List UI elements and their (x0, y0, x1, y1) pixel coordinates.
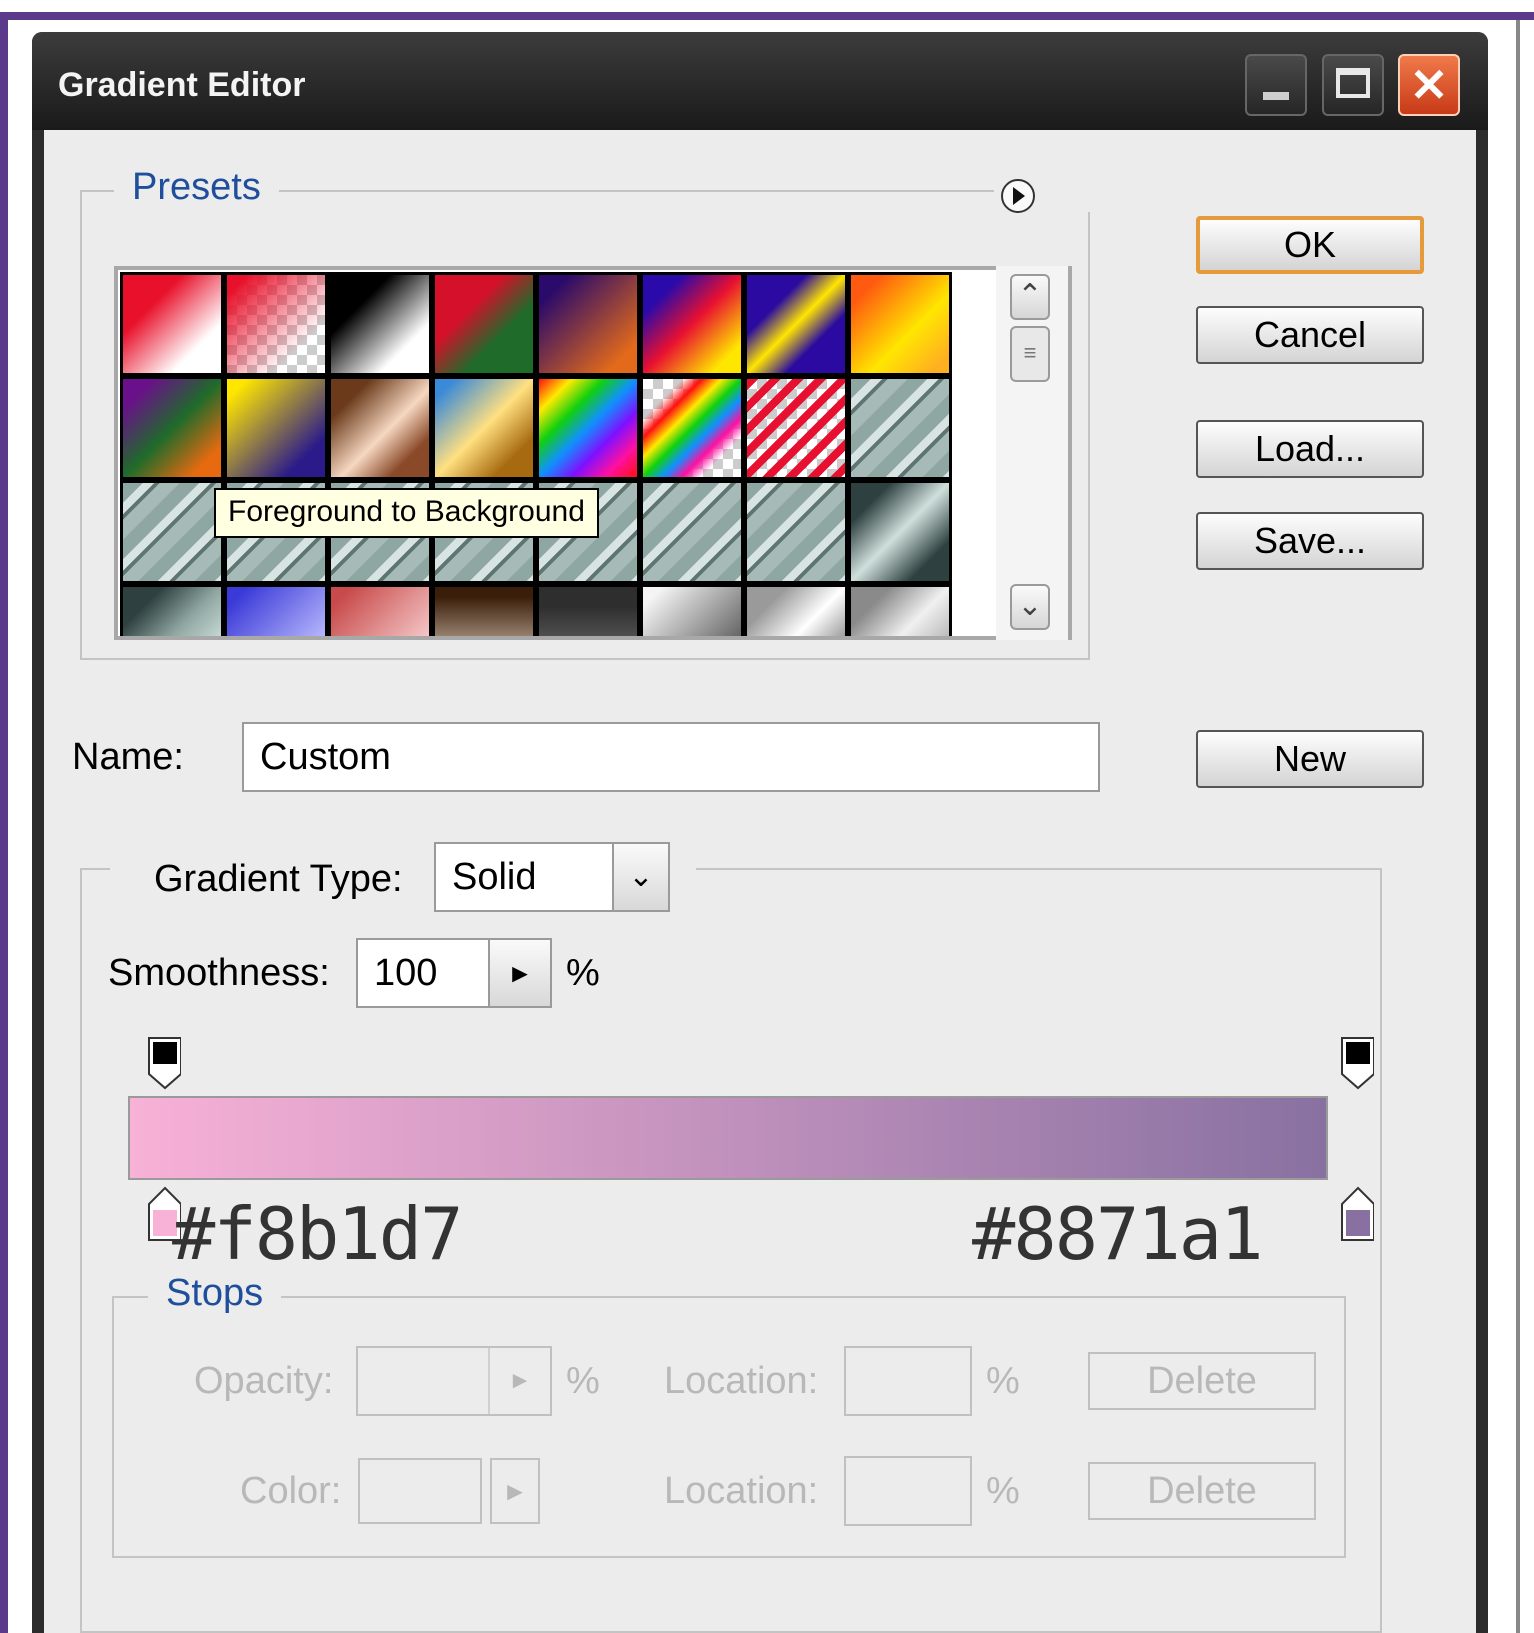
preset-swatch[interactable] (328, 272, 432, 376)
chevron-up-icon[interactable]: ⌃ (1010, 274, 1050, 320)
preset-swatch[interactable] (640, 480, 744, 584)
presets-label: Presets (114, 166, 279, 209)
preset-swatch[interactable] (848, 376, 952, 480)
preset-swatch[interactable] (536, 584, 640, 636)
end-color-hex: #8871a1 (972, 1192, 1263, 1276)
color-location-unit: % (986, 1470, 1020, 1512)
gradient-type-select[interactable]: Solid ⌄ (434, 842, 670, 912)
preset-tooltip: Foreground to Background (214, 488, 599, 538)
preset-swatch[interactable] (848, 480, 952, 584)
close-icon: ✕ (1409, 59, 1449, 111)
gradient-type-label: Gradient Type: (154, 858, 403, 900)
minimize-button[interactable] (1245, 54, 1307, 116)
preset-swatch[interactable] (224, 376, 328, 480)
swatch-grid (120, 272, 952, 636)
maximize-button[interactable] (1322, 54, 1384, 116)
color-swatch-field[interactable] (358, 1458, 482, 1524)
start-color-hex: #f8b1d7 (172, 1192, 463, 1276)
color-arrow-button[interactable]: ► (490, 1458, 540, 1524)
preset-swatch[interactable] (640, 584, 744, 636)
frame-border-right (1516, 20, 1520, 1633)
color-stop-right[interactable] (1340, 1186, 1374, 1242)
stops-label: Stops (148, 1272, 282, 1315)
preset-swatch[interactable] (848, 272, 952, 376)
frame-border-top (0, 12, 1534, 20)
gradient-editor-window: Gradient Editor ✕ Presets ⌃ ≡ ⌄ Foregrou… (32, 32, 1488, 1633)
frame-border-left (0, 12, 8, 1633)
opacity-unit: % (566, 1360, 600, 1402)
smoothness-arrow-icon[interactable]: ► (488, 940, 550, 1006)
preset-swatch[interactable] (432, 376, 536, 480)
opacity-label: Opacity: (194, 1360, 334, 1402)
scroll-thumb[interactable]: ≡ (1010, 326, 1050, 382)
opacity-location-unit: % (986, 1360, 1020, 1402)
gradient-preview-bar[interactable] (128, 1096, 1328, 1180)
dialog-body: Presets ⌃ ≡ ⌄ Foreground to Background O… (44, 130, 1476, 1633)
load-button[interactable]: Load... (1196, 420, 1424, 478)
color-location-label: Location: (664, 1470, 819, 1512)
color-label: Color: (240, 1470, 342, 1512)
preset-swatch[interactable] (744, 272, 848, 376)
preset-swatch[interactable] (536, 376, 640, 480)
preset-swatch[interactable] (224, 584, 328, 636)
chevron-down-icon[interactable]: ⌄ (1010, 584, 1050, 630)
window-title: Gradient Editor (58, 66, 306, 104)
presets-scrollbar[interactable]: ⌃ ≡ ⌄ (996, 266, 1068, 640)
title-bar: Gradient Editor ✕ (32, 32, 1488, 130)
smoothness-value: 100 (374, 952, 438, 994)
minimize-icon (1263, 92, 1289, 100)
preset-swatch[interactable] (848, 584, 952, 636)
opacity-stop-left[interactable] (147, 1036, 181, 1090)
chevron-down-icon[interactable]: ⌄ (612, 844, 668, 910)
name-label: Name: (72, 736, 184, 778)
opacity-delete-button[interactable]: Delete (1088, 1352, 1316, 1410)
maximize-icon (1336, 68, 1370, 98)
opacity-delete-label: Delete (1147, 1360, 1257, 1402)
smoothness-label: Smoothness: (108, 952, 330, 994)
opacity-location-field[interactable] (844, 1346, 972, 1416)
preset-swatch[interactable] (120, 480, 224, 584)
color-arrow-icon: ► (502, 1476, 528, 1506)
preset-swatch[interactable] (432, 272, 536, 376)
color-location-field[interactable] (844, 1456, 972, 1526)
preset-swatch[interactable] (328, 376, 432, 480)
preset-swatch[interactable] (640, 376, 744, 480)
preset-swatch[interactable] (120, 584, 224, 636)
save-button[interactable]: Save... (1196, 512, 1424, 570)
name-field[interactable]: Custom (242, 722, 1100, 792)
preset-swatch[interactable] (432, 584, 536, 636)
preset-swatch[interactable] (120, 376, 224, 480)
color-delete-label: Delete (1147, 1470, 1257, 1512)
preset-swatch[interactable] (744, 376, 848, 480)
preset-swatch[interactable] (640, 272, 744, 376)
preset-swatch[interactable] (224, 272, 328, 376)
preset-swatch[interactable] (744, 584, 848, 636)
opacity-field[interactable]: ► (356, 1346, 552, 1416)
color-delete-button[interactable]: Delete (1088, 1462, 1316, 1520)
ok-button[interactable]: OK (1196, 216, 1424, 274)
preset-swatch[interactable] (328, 584, 432, 636)
cancel-button[interactable]: Cancel (1196, 306, 1424, 364)
opacity-stop-right[interactable] (1340, 1036, 1374, 1090)
preset-swatch[interactable] (536, 272, 640, 376)
new-button[interactable]: New (1196, 730, 1424, 788)
smoothness-unit: % (566, 952, 600, 994)
close-button[interactable]: ✕ (1398, 54, 1460, 116)
arrow-circle-icon[interactable] (998, 176, 1038, 216)
presets-grid (114, 266, 1072, 640)
opacity-location-label: Location: (664, 1360, 819, 1402)
smoothness-field[interactable]: 100 ► (356, 938, 552, 1008)
preset-swatch[interactable] (120, 272, 224, 376)
opacity-arrow-icon: ► (488, 1348, 550, 1414)
preset-swatch[interactable] (744, 480, 848, 584)
gradient-type-value: Solid (452, 856, 537, 898)
